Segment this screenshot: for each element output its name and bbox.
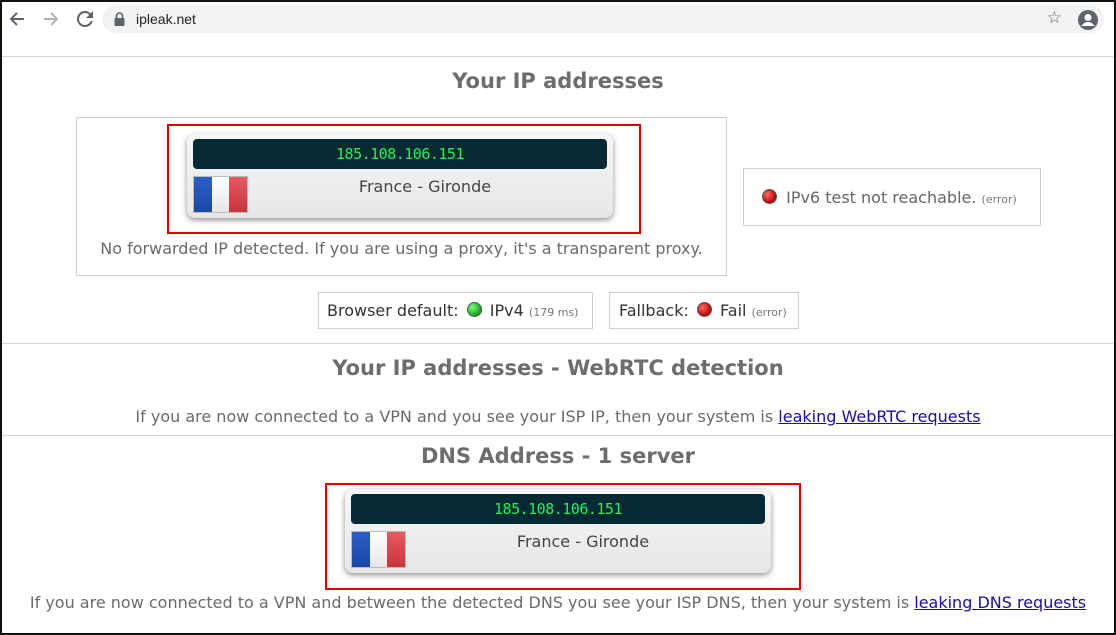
- ipv6-status-dot-icon: [762, 189, 777, 204]
- webrtc-note-text: If you are now connected to a VPN and yo…: [135, 407, 779, 426]
- france-flag-icon: [193, 176, 248, 213]
- divider: [2, 56, 1114, 57]
- ipv4-status-dot-icon: [466, 302, 482, 317]
- dns-location: France - Gironde: [516, 532, 650, 551]
- browser-window: ipleak.net ☆ Your IP addresses 185.108.1…: [0, 0, 1116, 635]
- reload-icon[interactable]: [70, 4, 100, 34]
- dns-note: If you are now connected to a VPN and be…: [2, 593, 1114, 612]
- dns-section-title: DNS Address - 1 server: [420, 444, 695, 468]
- browser-default-value: IPv4: [489, 301, 524, 320]
- fallback-status: (error): [751, 306, 787, 319]
- url-text[interactable]: ipleak.net: [136, 11, 196, 27]
- dns-card: 185.108.106.151 France - Gironde: [345, 489, 771, 573]
- fallback-value: Fail: [720, 301, 747, 320]
- webrtc-note: If you are now connected to a VPN and yo…: [2, 407, 1114, 426]
- ip-card: 185.108.106.151 France - Gironde: [187, 134, 613, 218]
- page-content: Your IP addresses 185.108.106.151 France…: [2, 36, 1114, 633]
- ipv6-box: IPv6 test not reachable. (error): [743, 168, 1041, 226]
- divider: [2, 435, 1114, 436]
- account-icon[interactable]: [1078, 10, 1098, 30]
- lock-icon: [114, 12, 128, 26]
- leaking-webrtc-link[interactable]: leaking WebRTC requests: [778, 407, 980, 426]
- browser-default-label: Browser default:: [327, 301, 459, 320]
- forward-arrow-icon[interactable]: [36, 4, 66, 34]
- france-flag-icon: [351, 531, 406, 568]
- ip-address: 185.108.106.151: [193, 139, 607, 169]
- webrtc-section-title: Your IP addresses - WebRTC detection: [332, 356, 784, 380]
- star-icon[interactable]: ☆: [1047, 8, 1062, 28]
- dns-note-text: If you are now connected to a VPN and be…: [29, 593, 915, 612]
- ipv6-status: (error): [981, 193, 1017, 206]
- fallback-status-dot-icon: [696, 302, 712, 317]
- ipv6-text: IPv6 test not reachable.: [786, 188, 977, 207]
- divider: [2, 343, 1114, 344]
- ip-section-title: Your IP addresses: [452, 69, 664, 93]
- browser-toolbar: ipleak.net ☆: [2, 2, 1114, 36]
- browser-default-box: Browser default: IPv4 (179 ms): [318, 292, 593, 329]
- dns-ip-address: 185.108.106.151: [351, 494, 765, 524]
- browser-default-time: (179 ms): [528, 306, 579, 319]
- address-bar[interactable]: ipleak.net: [102, 5, 1104, 33]
- ip-location: France - Gironde: [358, 177, 492, 196]
- leaking-dns-link[interactable]: leaking DNS requests: [914, 593, 1086, 612]
- forwarded-ip-note: No forwarded IP detected. If you are usi…: [100, 239, 703, 258]
- back-arrow-icon[interactable]: [2, 4, 32, 34]
- fallback-label: Fallback:: [619, 301, 689, 320]
- fallback-box: Fallback: Fail (error): [609, 292, 799, 329]
